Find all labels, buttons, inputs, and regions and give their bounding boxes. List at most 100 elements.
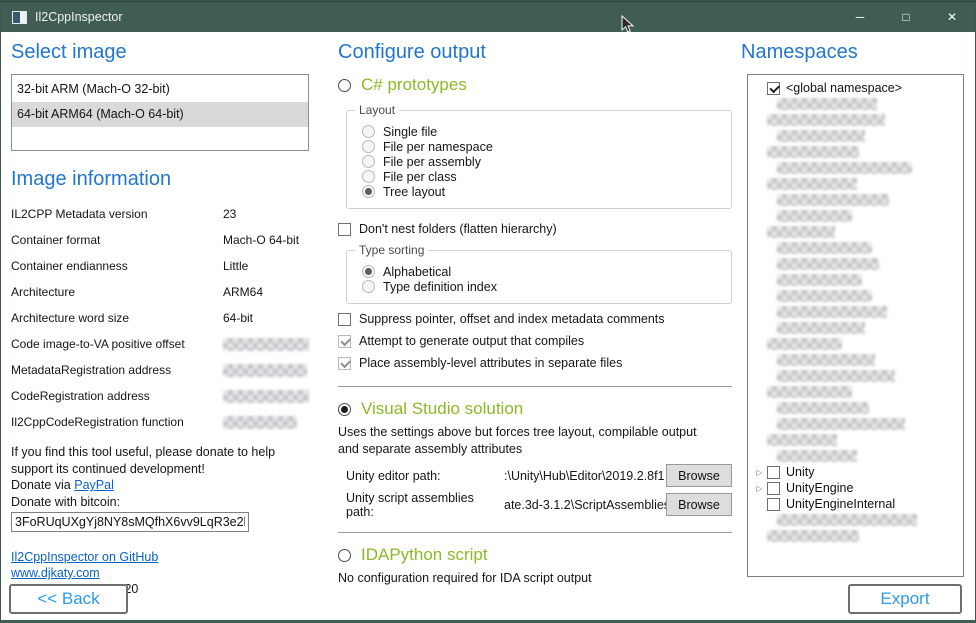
website-link[interactable]: www.djkaty.com: [11, 566, 100, 580]
idapython-description: No configuration required for IDA script…: [338, 570, 716, 587]
namespace-item[interactable]: ▷: [748, 336, 963, 352]
path-field-value[interactable]: :\Unity\Hub\Editor\2019.2.8f1: [504, 469, 666, 483]
namespace-item[interactable]: ▷: [748, 96, 963, 112]
namespace-item[interactable]: ▷: [748, 432, 963, 448]
expander-icon[interactable]: ▷: [756, 468, 767, 477]
window-controls: ─ □ ✕: [837, 2, 975, 32]
namespace-item[interactable]: ▷ UnityEngine: [748, 480, 963, 496]
namespace-item[interactable]: ▷: [748, 352, 963, 368]
checkbox-icon: [338, 223, 351, 236]
namespace-checkbox[interactable]: [767, 82, 780, 95]
namespace-item[interactable]: ▷: [748, 368, 963, 384]
visual-studio-description: Uses the settings above but forces tree …: [338, 424, 716, 458]
layout-option[interactable]: File per namespace: [362, 139, 731, 154]
output-option-checkbox-row[interactable]: Attempt to generate output that compiles: [338, 334, 732, 348]
redacted-namespace: [777, 274, 862, 286]
path-field-value[interactable]: ate.3d-3.1.2\ScriptAssemblies: [504, 498, 666, 512]
type-sorting-legend: Type sorting: [355, 243, 428, 257]
image-listbox[interactable]: 32-bit ARM (Mach-O 32-bit) 64-bit ARM64 …: [11, 74, 309, 151]
layout-option-label: Single file: [383, 125, 437, 139]
visual-studio-radio[interactable]: [338, 403, 351, 416]
flatten-hierarchy-checkbox-row[interactable]: Don't nest folders (flatten hierarchy): [338, 222, 732, 236]
namespace-item[interactable]: ▷: [748, 512, 963, 528]
namespace-item[interactable]: ▷: [748, 304, 963, 320]
layout-option[interactable]: Tree layout: [362, 184, 731, 199]
namespace-item[interactable]: ▷: [748, 160, 963, 176]
redacted-namespace: [777, 450, 857, 462]
export-button[interactable]: Export: [848, 584, 962, 614]
paypal-link[interactable]: PayPal: [74, 478, 114, 492]
namespace-item[interactable]: ▷: [748, 240, 963, 256]
type-sorting-group: Type sorting Alphabetical Type definitio…: [346, 250, 732, 304]
select-image-heading: Select image: [11, 39, 309, 65]
minimize-button[interactable]: ─: [837, 2, 883, 32]
info-row: IL2CPP Metadata version 23: [11, 201, 309, 227]
namespace-item[interactable]: ▷: [748, 176, 963, 192]
namespace-item[interactable]: ▷: [748, 112, 963, 128]
namespace-item[interactable]: ▷: [748, 384, 963, 400]
github-link[interactable]: Il2CppInspector on GitHub: [11, 550, 158, 564]
bitcoin-address-input[interactable]: [11, 512, 249, 532]
radio-icon: [362, 280, 375, 293]
info-label: MetadataRegistration address: [11, 363, 223, 377]
namespace-item[interactable]: ▷: [748, 256, 963, 272]
namespace-checkbox[interactable]: [767, 498, 780, 511]
namespace-item[interactable]: ▷: [748, 144, 963, 160]
namespace-item[interactable]: ▷: [748, 416, 963, 432]
namespaces-list[interactable]: ▷ <global namespace> ▷ ▷ ▷: [747, 74, 964, 577]
browse-button[interactable]: Browse: [666, 493, 732, 516]
namespace-item[interactable]: ▷: [748, 528, 963, 544]
layout-option-label: File per assembly: [383, 155, 481, 169]
type-sorting-option[interactable]: Alphabetical: [362, 264, 731, 279]
namespace-checkbox[interactable]: [767, 482, 780, 495]
namespace-item[interactable]: ▷: [748, 320, 963, 336]
idapython-option[interactable]: IDAPython script: [338, 544, 732, 566]
info-value: ARM64: [223, 285, 263, 299]
namespace-checkbox[interactable]: [767, 466, 780, 479]
csharp-prototypes-label: C# prototypes: [361, 74, 467, 96]
namespace-item[interactable]: ▷: [748, 400, 963, 416]
type-sorting-option-label: Alphabetical: [383, 265, 451, 279]
info-label: Architecture: [11, 285, 223, 299]
info-value: Mach-O 64-bit: [223, 233, 299, 247]
visual-studio-label: Visual Studio solution: [361, 398, 523, 420]
layout-option[interactable]: File per assembly: [362, 154, 731, 169]
back-button[interactable]: << Back: [9, 584, 128, 614]
expander-icon[interactable]: ▷: [756, 484, 767, 493]
maximize-button[interactable]: □: [883, 2, 929, 32]
image-list-item[interactable]: 32-bit ARM (Mach-O 32-bit): [12, 77, 308, 102]
redacted-value: [223, 338, 309, 351]
visual-studio-option[interactable]: Visual Studio solution: [338, 398, 732, 420]
csharp-prototypes-option[interactable]: C# prototypes: [338, 74, 732, 96]
configure-output-heading: Configure output: [338, 39, 732, 65]
namespace-item[interactable]: ▷: [748, 208, 963, 224]
window-title: Il2CppInspector: [35, 10, 123, 24]
checkbox-icon: [338, 335, 351, 348]
namespace-item[interactable]: ▷ <global namespace>: [748, 80, 963, 96]
namespace-item[interactable]: ▷: [748, 224, 963, 240]
titlebar[interactable]: Il2CppInspector ─ □ ✕: [1, 1, 975, 32]
namespace-item[interactable]: ▷: [748, 288, 963, 304]
image-information-table: IL2CPP Metadata version 23 Container for…: [11, 201, 309, 435]
namespace-item[interactable]: ▷: [748, 448, 963, 464]
type-sorting-option[interactable]: Type definition index: [362, 279, 731, 294]
output-option-checkbox-row[interactable]: Suppress pointer, offset and index metad…: [338, 312, 732, 326]
namespace-item[interactable]: ▷: [748, 192, 963, 208]
csharp-prototypes-radio[interactable]: [338, 79, 351, 92]
namespace-item[interactable]: ▷ UnityEngineInternal: [748, 496, 963, 512]
close-button[interactable]: ✕: [929, 2, 975, 32]
namespace-item[interactable]: ▷: [748, 272, 963, 288]
layout-option[interactable]: Single file: [362, 124, 731, 139]
info-row: Container endianness Little: [11, 253, 309, 279]
layout-group-legend: Layout: [355, 103, 399, 117]
namespace-item[interactable]: ▷ Unity: [748, 464, 963, 480]
layout-option[interactable]: File per class: [362, 169, 731, 184]
radio-icon: [362, 170, 375, 183]
idapython-radio[interactable]: [338, 549, 351, 562]
image-list-item[interactable]: 64-bit ARM64 (Mach-O 64-bit): [12, 102, 308, 127]
browse-button[interactable]: Browse: [666, 464, 732, 487]
idapython-label: IDAPython script: [361, 544, 488, 566]
redacted-namespace: [777, 370, 895, 382]
output-option-checkbox-row[interactable]: Place assembly-level attributes in separ…: [338, 356, 732, 370]
namespace-item[interactable]: ▷: [748, 128, 963, 144]
